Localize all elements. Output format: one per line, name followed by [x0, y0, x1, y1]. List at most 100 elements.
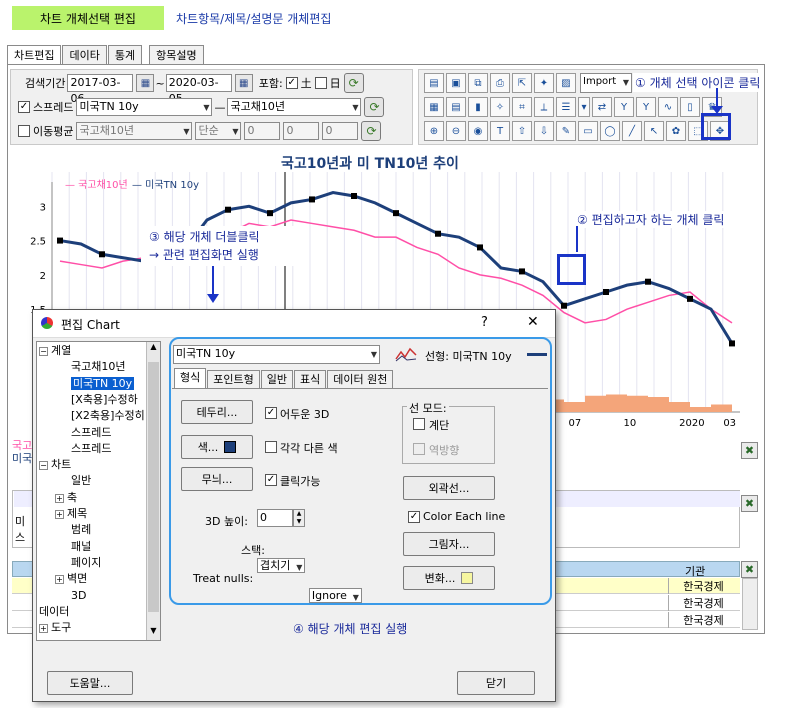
tree-item[interactable]: 범례: [71, 523, 91, 537]
pen-icon[interactable]: ✎: [556, 121, 576, 141]
tree-scrollbar[interactable]: ▲ ▼: [146, 342, 160, 640]
depth-spinner[interactable]: ▲ ▼: [293, 509, 305, 527]
import-select[interactable]: Import: [580, 73, 632, 93]
bar-chart-icon[interactable]: ▮: [468, 97, 488, 117]
grid-icon[interactable]: ▤: [446, 97, 466, 117]
export-icon[interactable]: ⇱: [512, 73, 532, 93]
close-panel-icon[interactable]: ✖: [741, 495, 758, 512]
image-icon[interactable]: ▨: [556, 73, 576, 93]
tree-item[interactable]: 국고채10년: [71, 360, 125, 374]
sync-icon[interactable]: ⇄: [592, 97, 612, 117]
tree-item[interactable]: − 계열: [39, 344, 71, 358]
table-icon[interactable]: ▦: [424, 97, 444, 117]
refresh-icon[interactable]: ⟳: [364, 97, 385, 117]
tree-expander-icon[interactable]: +: [55, 575, 64, 585]
chart-settings-icon[interactable]: ✦: [534, 73, 554, 93]
ma-type-select[interactable]: 단순: [195, 122, 242, 140]
line-icon[interactable]: ╱: [622, 121, 642, 141]
subtab-datasource[interactable]: 데이터 원천: [327, 370, 394, 388]
tree-expander-icon[interactable]: +: [55, 510, 64, 519]
depth-input[interactable]: 0: [257, 509, 293, 527]
new-icon[interactable]: ▤: [424, 73, 444, 93]
tree-expander-icon[interactable]: −: [39, 347, 48, 356]
each-color-checkbox[interactable]: [265, 441, 277, 453]
close-panel-icon[interactable]: ✖: [741, 442, 758, 459]
spread-series-a-select[interactable]: 미국TN 10y: [76, 98, 213, 116]
ma-checkbox[interactable]: [18, 125, 30, 137]
tab-stats[interactable]: 통계: [107, 45, 143, 65]
outline-button[interactable]: 외곽선...: [403, 476, 495, 500]
shadow-button[interactable]: 그림자...: [403, 532, 495, 556]
spread-series-b-select[interactable]: 국고채10년: [227, 98, 362, 116]
ma-series-select[interactable]: 국고채10년: [76, 122, 193, 140]
close-panel-icon[interactable]: ✖: [741, 561, 758, 578]
format-icon[interactable]: ⌗: [512, 97, 532, 117]
sun-checkbox[interactable]: [314, 77, 327, 89]
subtab-marks[interactable]: 표식: [293, 370, 327, 388]
tree-item[interactable]: 페이지: [71, 556, 101, 570]
pointer-icon[interactable]: ↖: [644, 121, 664, 141]
tree-item[interactable]: + 벽면: [55, 572, 87, 586]
arrow-up-icon[interactable]: ⇧: [512, 121, 532, 141]
scroll-down-icon[interactable]: ▼: [147, 626, 160, 640]
tab-item-desc[interactable]: 항목설명: [149, 45, 204, 65]
calendar-icon[interactable]: ▦: [136, 74, 155, 92]
color-each-line-checkbox[interactable]: ✓: [408, 511, 420, 523]
tree-item[interactable]: 스프레드: [71, 442, 111, 456]
text-icon[interactable]: T: [490, 121, 510, 141]
tree-expander-icon[interactable]: +: [55, 493, 64, 503]
tree-item[interactable]: 스프레드: [71, 426, 111, 440]
series-select[interactable]: 미국TN 10y: [173, 345, 380, 364]
tree-expander-icon[interactable]: +: [39, 624, 48, 634]
tab-data[interactable]: 데이타: [62, 45, 107, 65]
clickable-checkbox[interactable]: ✓: [265, 474, 277, 486]
arrow-down-icon[interactable]: ⇩: [534, 121, 554, 141]
zoom-in-icon[interactable]: ⊕: [424, 121, 444, 141]
tab-chart-edit[interactable]: 차트편집: [7, 45, 62, 66]
border-button[interactable]: 테두리...: [181, 400, 253, 424]
dropdown-icon[interactable]: ▾: [578, 97, 590, 117]
tree-item[interactable]: 데이터: [39, 605, 69, 619]
y2-axis-icon[interactable]: Y: [636, 97, 656, 117]
print-icon[interactable]: ⎙: [490, 73, 510, 93]
subtab-point[interactable]: 포인트형: [207, 370, 260, 388]
stack-select[interactable]: 겹치기: [257, 558, 306, 573]
close-icon[interactable]: ✕: [527, 314, 539, 330]
pattern-button[interactable]: 무늬...: [181, 467, 253, 491]
ma-value-2[interactable]: 0: [283, 122, 320, 140]
ma-value-3[interactable]: 0: [322, 122, 359, 140]
start-date-input[interactable]: 2017-03-06: [67, 74, 134, 105]
tree-item[interactable]: [X2축용]수정히: [71, 409, 145, 423]
scroll-up-icon[interactable]: ▲: [147, 342, 160, 356]
treat-nulls-select[interactable]: Ignore: [308, 588, 362, 603]
object-tree[interactable]: − 계열 국고채10년 미국TN 10y [X축용]수정하 [X2축용]수정히 스프레드 스프…: [36, 341, 161, 641]
tree-item[interactable]: + 도구: [39, 621, 71, 635]
series-icon[interactable]: ✧: [490, 97, 510, 117]
tree-item[interactable]: − 차트: [39, 458, 71, 472]
tree-expander-icon[interactable]: −: [39, 461, 48, 471]
tree-item[interactable]: 패널: [71, 540, 91, 554]
save-icon[interactable]: ▣: [446, 73, 466, 93]
scroll-thumb[interactable]: [148, 362, 159, 612]
palette-icon[interactable]: ✿: [666, 121, 686, 141]
subtab-format[interactable]: 형식: [174, 368, 207, 388]
copy-icon[interactable]: ⧉: [468, 73, 488, 93]
wave-icon[interactable]: ∿: [658, 97, 678, 117]
reset-zoom-icon[interactable]: ◉: [468, 121, 488, 141]
book-icon[interactable]: ▯: [680, 97, 700, 117]
reverse-checkbox[interactable]: [413, 443, 425, 455]
close-button[interactable]: 닫기: [457, 671, 535, 695]
tree-item[interactable]: 일반: [71, 474, 91, 488]
refresh-icon[interactable]: ⟳: [361, 121, 382, 141]
sat-checkbox[interactable]: ✓: [285, 77, 298, 89]
color-button[interactable]: 색...: [181, 435, 253, 459]
legend-icon[interactable]: ☰: [556, 97, 576, 117]
subtab-general[interactable]: 일반: [260, 370, 293, 388]
zoom-out-icon[interactable]: ⊖: [446, 121, 466, 141]
scrollbar[interactable]: [742, 578, 758, 630]
step-checkbox[interactable]: [413, 418, 425, 430]
tree-item[interactable]: + 축: [55, 491, 77, 505]
tree-item[interactable]: 미국TN 10y: [71, 376, 135, 391]
rectangle-icon[interactable]: ▭: [578, 121, 598, 141]
transform-button[interactable]: 변화...: [403, 566, 495, 590]
